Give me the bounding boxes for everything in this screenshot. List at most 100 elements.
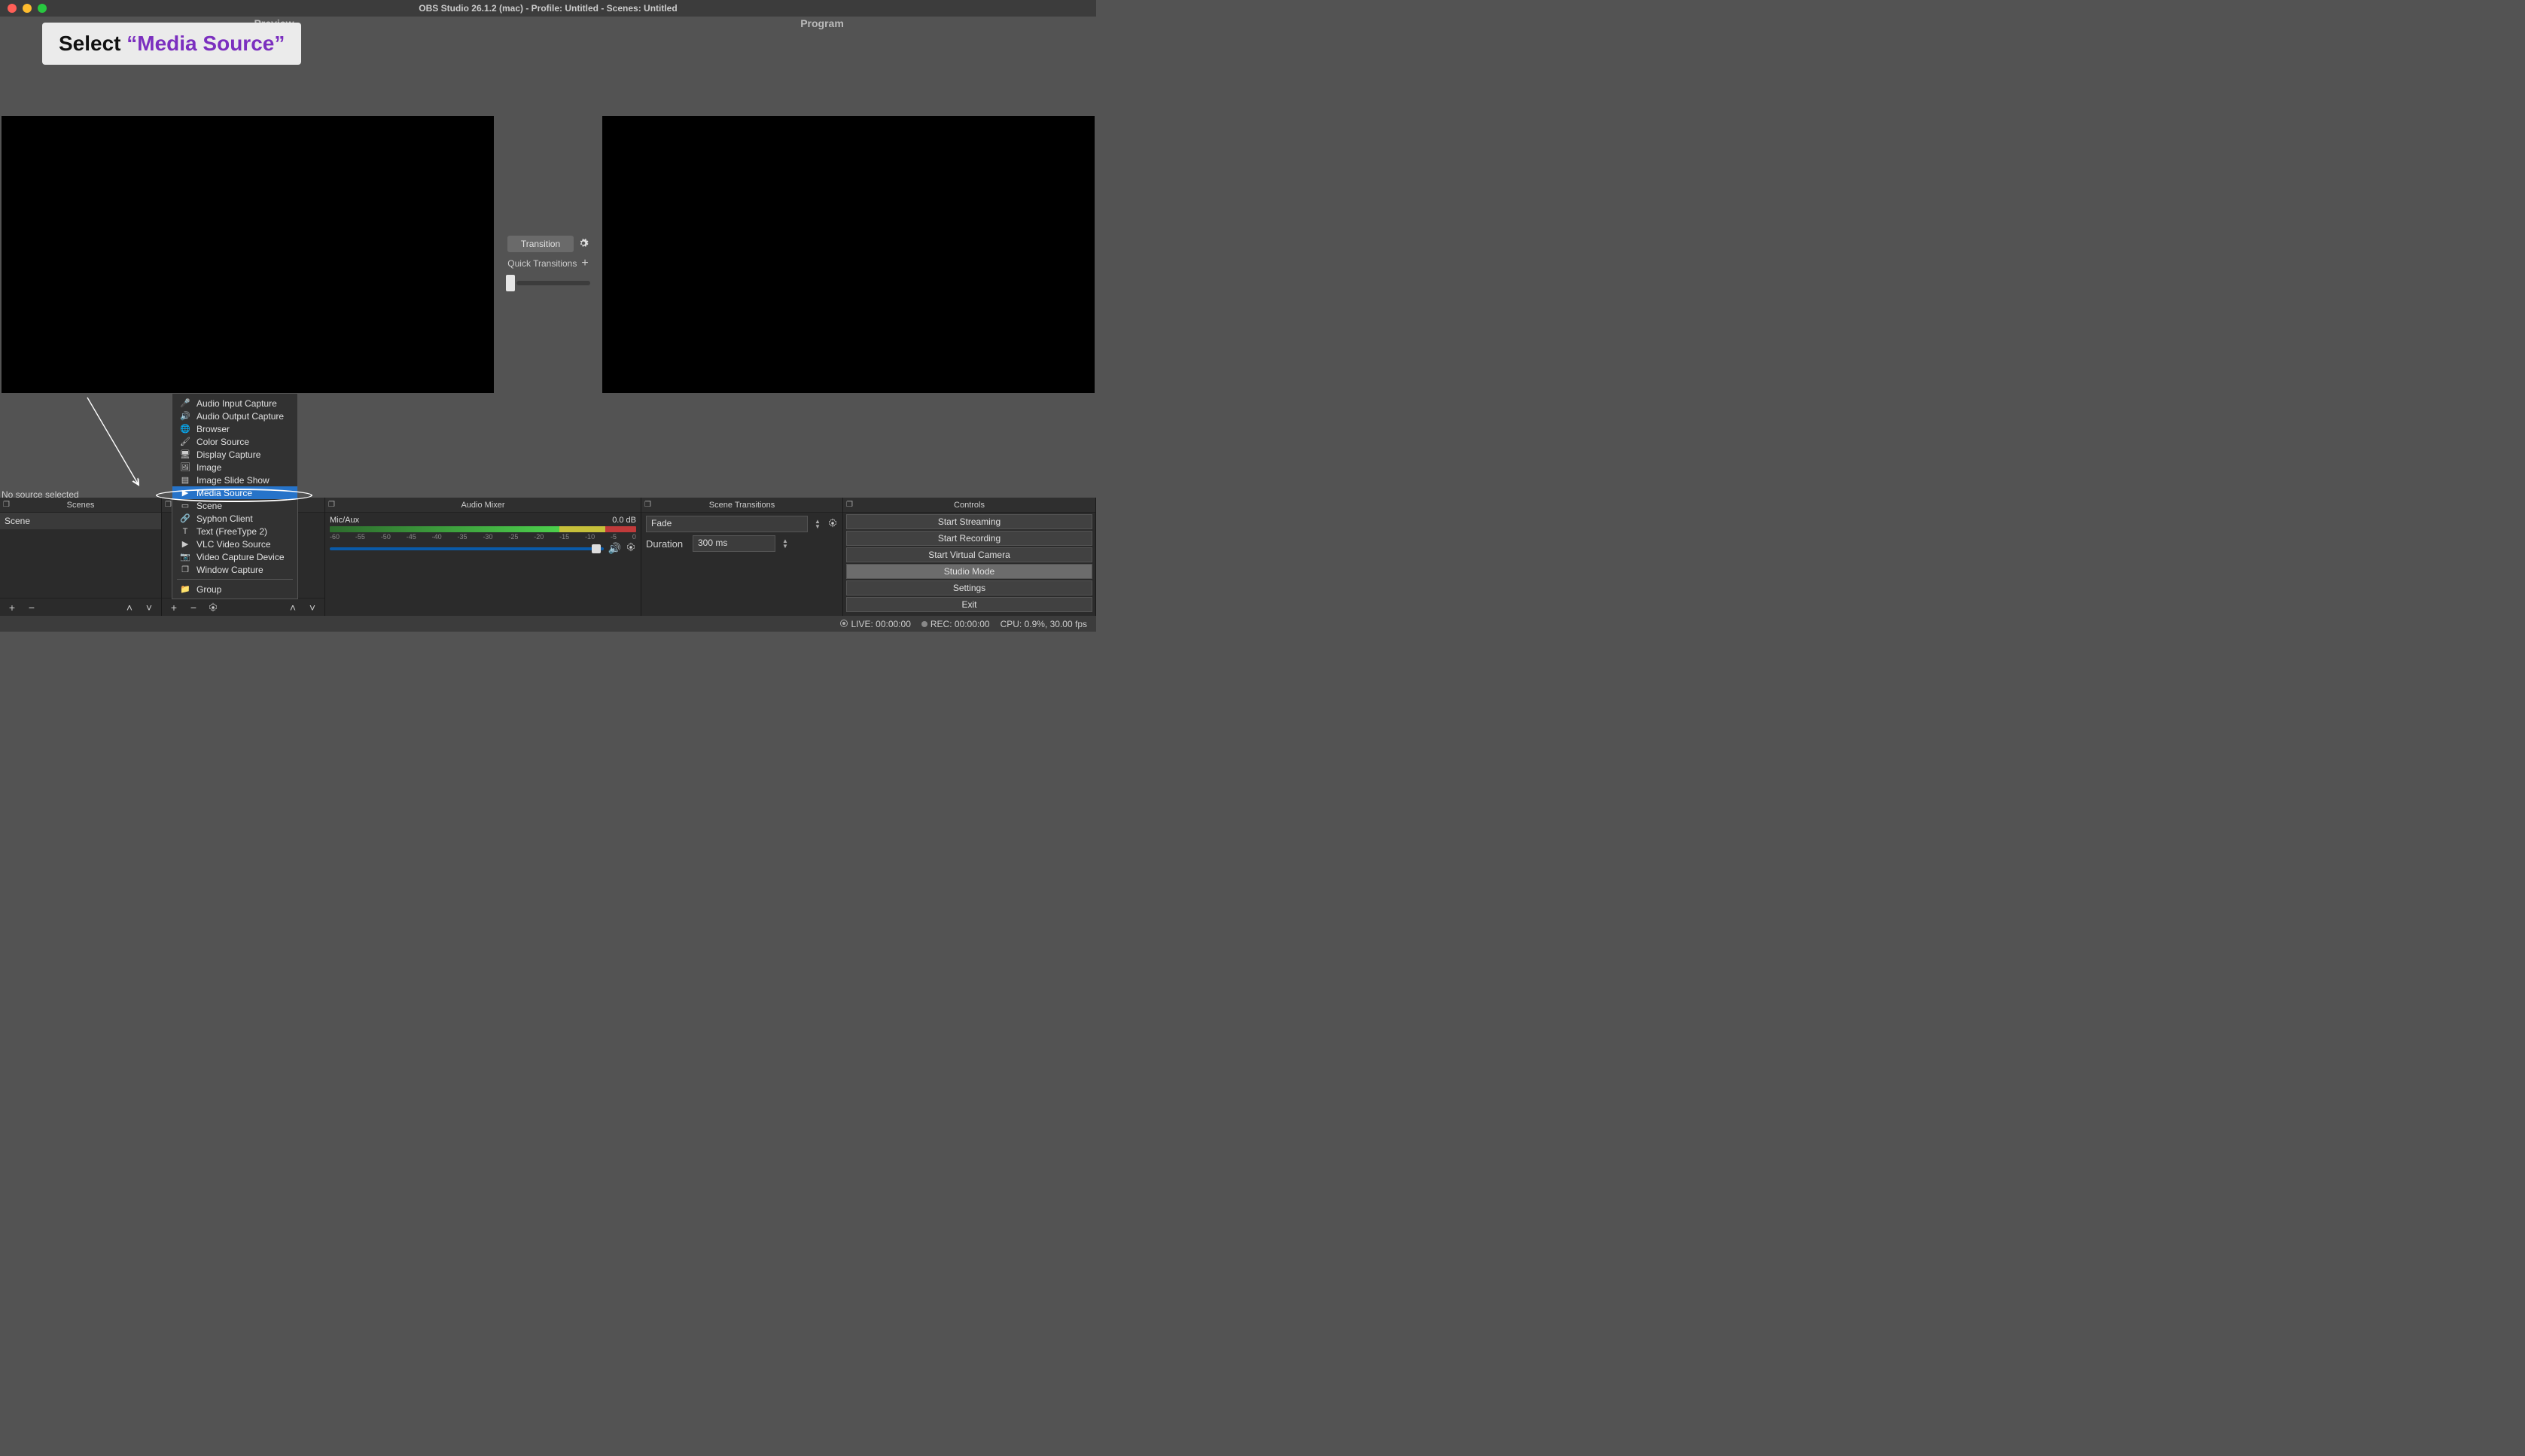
add-source-button[interactable]: + (165, 600, 183, 615)
transition-settings-icon[interactable] (827, 518, 838, 531)
duration-input[interactable]: 300 ms (693, 535, 775, 552)
preview-video[interactable] (2, 116, 494, 393)
transition-button[interactable]: Transition (507, 236, 574, 252)
popout-icon[interactable]: ❐ (846, 501, 853, 509)
menu-item-syphon-client[interactable]: 🔗Syphon Client (172, 512, 297, 525)
menu-item-label: Browser (196, 424, 230, 434)
menu-item-vlc-video-source[interactable]: ▶ VLC Video Source (172, 538, 297, 550)
remove-scene-button[interactable]: − (23, 600, 41, 615)
add-scene-button[interactable]: + (3, 600, 21, 615)
audio-mixer-dock: ❐ Audio Mixer Mic/Aux 0.0 dB -60-55-50-4… (325, 498, 641, 616)
annotation-highlight: “Media Source” (126, 32, 285, 55)
duration-stepper[interactable]: ▲▼ (780, 538, 790, 549)
control-button-start-recording[interactable]: Start Recording (846, 531, 1092, 546)
statusbar: LIVE: 00:00:00 REC: 00:00:00 CPU: 0.9%, … (0, 616, 1096, 632)
move-scene-up-button[interactable]: ˄ (120, 600, 139, 615)
move-source-up-button[interactable]: ˄ (284, 600, 302, 615)
menu-item-group[interactable]: 📁 Group (172, 583, 297, 595)
brush-icon: 🖌 (180, 437, 190, 446)
quick-transitions-label: Quick Transitions (507, 258, 577, 269)
control-button-start-virtual-camera[interactable]: Start Virtual Camera (846, 547, 1092, 562)
menu-item-label: Window Capture (196, 565, 263, 575)
close-window-button[interactable] (8, 4, 17, 13)
globe-icon: 🌐 (180, 424, 190, 434)
menu-item-browser[interactable]: 🌐 Browser (172, 422, 297, 435)
transition-select-stepper[interactable]: ▲▼ (812, 519, 823, 529)
scene-item[interactable]: Scene (0, 513, 161, 529)
add-source-menu: 🎤 Audio Input Capture🔊Audio Output Captur… (172, 393, 298, 599)
menu-item-image[interactable]: 🖼Image (172, 461, 297, 474)
minimize-window-button[interactable] (23, 4, 32, 13)
docks-row: ❐ Scenes Scene + − ˄ ˅ ❐ Sources + − ˄ (0, 498, 1096, 616)
link-icon: 🔗 (180, 513, 190, 523)
move-source-down-button[interactable]: ˅ (303, 600, 321, 615)
transition-settings-icon[interactable] (578, 238, 589, 251)
menu-item-audio-output-capture[interactable]: 🔊Audio Output Capture (172, 410, 297, 422)
menu-item-display-capture[interactable]: 🖥 Display Capture (172, 448, 297, 461)
volume-slider[interactable] (330, 547, 604, 550)
remove-source-button[interactable]: − (184, 600, 203, 615)
zoom-window-button[interactable] (38, 4, 47, 13)
controls-title: Controls (954, 501, 985, 510)
cpu-status: CPU: 0.9%, 30.00 fps (1001, 619, 1087, 629)
menu-item-label: Group (196, 584, 221, 595)
menu-item-text-freetype-2-[interactable]: T Text (FreeType 2) (172, 525, 297, 538)
program-label: Program (548, 17, 1096, 30)
rec-status: REC: 00:00:00 (931, 619, 990, 629)
menu-item-label: Text (FreeType 2) (196, 526, 267, 537)
popout-icon[interactable]: ❐ (644, 501, 651, 509)
popout-icon[interactable]: ❐ (328, 501, 335, 509)
control-button-studio-mode[interactable]: Studio Mode (846, 564, 1092, 579)
menu-item-video-capture-device[interactable]: 📷Video Capture Device (172, 550, 297, 563)
transition-select[interactable]: Fade (646, 516, 808, 532)
annotation-callout: Select “Media Source” (42, 23, 301, 65)
track-settings-icon[interactable] (626, 542, 636, 555)
play-icon: ▶ (180, 488, 190, 498)
menu-item-label: Display Capture (196, 449, 260, 460)
folder-icon: 📁 (180, 584, 190, 594)
program-pane[interactable] (601, 30, 1096, 497)
control-button-settings[interactable]: Settings (846, 580, 1092, 595)
broadcast-icon (840, 620, 848, 627)
menu-item-image-slide-show[interactable]: ▤Image Slide Show (172, 474, 297, 486)
menu-item-label: Image Slide Show (196, 475, 270, 486)
scenes-title: Scenes (67, 501, 95, 510)
no-source-selected-label: No source selected (2, 489, 79, 500)
source-settings-button[interactable] (204, 600, 222, 615)
camera-icon: 📷 (180, 552, 190, 562)
control-button-exit[interactable]: Exit (846, 597, 1092, 612)
menu-item-media-source[interactable]: ▶ Media Source (172, 486, 297, 499)
window-icon: ❐ (180, 565, 190, 574)
add-quick-transition-icon[interactable]: + (581, 257, 588, 270)
popout-icon[interactable]: ❐ (3, 501, 10, 509)
controls-dock: ❐ Controls Start Streaming Start Recordin… (843, 498, 1096, 616)
menu-item-label: Color Source (196, 437, 249, 447)
move-scene-down-button[interactable]: ˅ (140, 600, 158, 615)
menu-item-scene[interactable]: ▭Scene (172, 499, 297, 512)
rec-dot-icon (921, 621, 927, 627)
play-icon: ▶ (180, 539, 190, 549)
scene-icon: ▭ (180, 501, 190, 510)
menu-item-window-capture[interactable]: ❐ Window Capture (172, 563, 297, 576)
popout-icon[interactable]: ❐ (165, 501, 172, 509)
image-icon: 🖼 (180, 462, 190, 472)
mute-icon[interactable]: 🔊 (608, 542, 621, 555)
transition-column: Transition Quick Transitions + (495, 30, 601, 497)
menu-item-label: VLC Video Source (196, 539, 271, 550)
traffic-lights (0, 4, 47, 13)
menu-item-color-source[interactable]: 🖌 Color Source (172, 435, 297, 448)
tbar-slider[interactable] (506, 275, 590, 291)
monitor-icon: 🖥 (180, 449, 190, 459)
meter-ticks: -60-55-50-45-40-35-30-25-20-15-10-50 (330, 533, 636, 541)
duration-label: Duration (646, 538, 688, 550)
main-row: Transition Quick Transitions + (0, 30, 1096, 497)
control-button-start-streaming[interactable]: Start Streaming (846, 514, 1092, 529)
text-icon: T (180, 527, 190, 536)
menu-item-label: Media Source (196, 488, 252, 498)
mic-icon: 🎤 (180, 398, 190, 408)
speaker-icon: 🔊 (180, 411, 190, 421)
mixer-track-name: Mic/Aux (330, 516, 359, 525)
menu-item-audio-input-capture[interactable]: 🎤 Audio Input Capture (172, 397, 297, 410)
titlebar: OBS Studio 26.1.2 (mac) - Profile: Untit… (0, 0, 1096, 17)
menu-item-label: Audio Input Capture (196, 398, 277, 409)
